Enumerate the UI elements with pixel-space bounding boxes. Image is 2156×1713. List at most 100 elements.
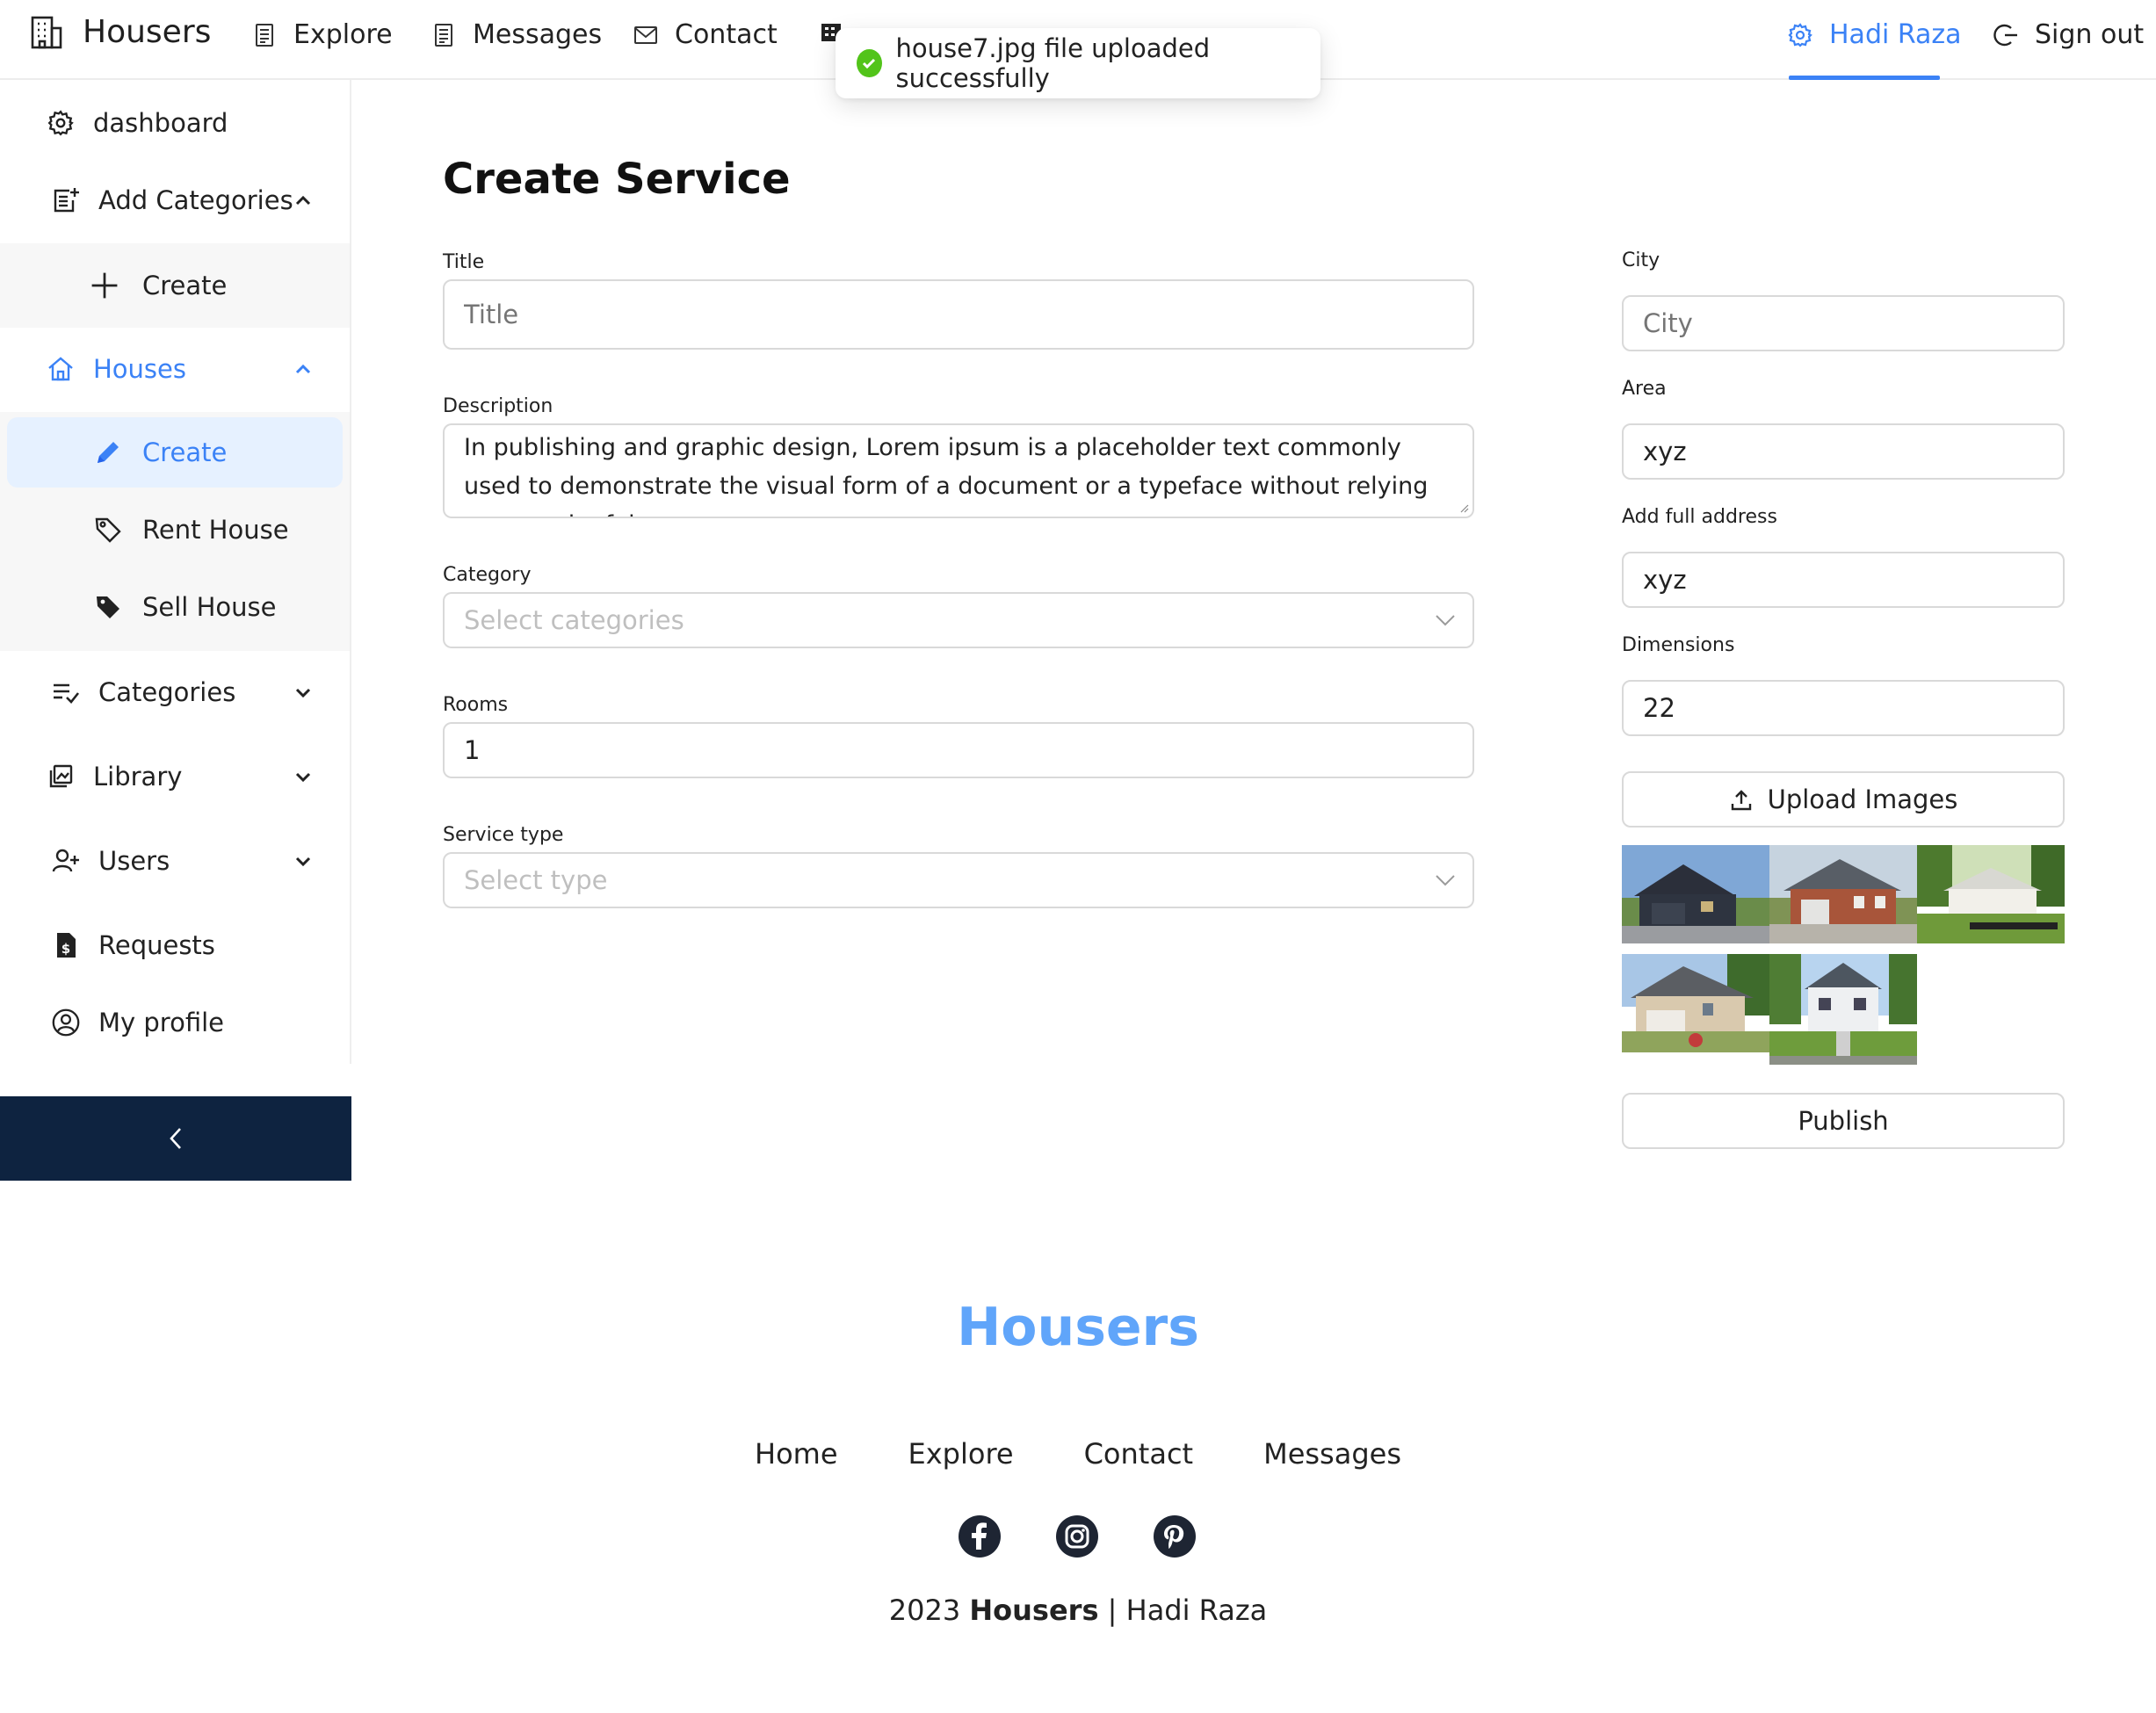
sidebar-item-create-category[interactable]: Create: [0, 248, 350, 323]
uploaded-image-thumbnail[interactable]: [1769, 954, 1917, 1065]
uploaded-image-thumbnail[interactable]: [1917, 845, 2065, 943]
rooms-value: 1: [464, 735, 481, 765]
area-input[interactable]: xyz: [1622, 423, 2065, 480]
nav-explore-label: Explore: [293, 19, 393, 50]
publish-button[interactable]: Publish: [1622, 1093, 2065, 1149]
chevron-up-icon: [295, 195, 311, 206]
brand-name: Housers: [83, 14, 212, 50]
address-input[interactable]: xyz: [1622, 552, 2065, 608]
nav-user-settings[interactable]: Hadi Raza: [1787, 19, 1962, 50]
category-label: Category: [443, 564, 532, 586]
service-type-label: Service type: [443, 824, 564, 846]
sidebar-item-label: Users: [98, 846, 170, 876]
footer-links: Home Explore Contact Messages: [0, 1437, 2156, 1471]
nav-explore[interactable]: Explore: [251, 19, 393, 50]
footer-link-contact[interactable]: Contact: [1084, 1437, 1194, 1471]
dimensions-label: Dimensions: [1622, 634, 1735, 656]
sidebar-item-label: Create: [142, 437, 228, 467]
toast-message: house7.jpg file uploaded successfully: [895, 33, 1211, 93]
title-input[interactable]: [443, 279, 1474, 350]
pinterest-icon[interactable]: [1153, 1514, 1197, 1558]
address-label: Add full address: [1622, 506, 1777, 528]
footer-link-explore[interactable]: Explore: [908, 1437, 1014, 1471]
nav-contact[interactable]: Contact: [633, 19, 778, 50]
sign-out-button[interactable]: Sign out: [1993, 19, 2144, 50]
description-text: In publishing and graphic design, Lorem …: [464, 434, 1429, 517]
service-type-select[interactable]: Select type: [443, 852, 1474, 908]
copyright: 2023 Housers | Hadi Raza: [0, 1594, 2156, 1627]
sidebar-item-label: Houses: [93, 354, 186, 384]
area-label: Area: [1622, 378, 1667, 400]
document-icon: [435, 23, 452, 47]
brand-logo[interactable]: Housers: [30, 14, 211, 50]
library-icon: [46, 762, 76, 791]
plus-icon: [90, 271, 119, 300]
nav-messages-label: Messages: [473, 19, 603, 50]
user-add-icon: [51, 846, 81, 876]
upload-icon: [1731, 790, 1751, 811]
upload-success-toast: house7.jpg file uploaded successfully: [836, 28, 1320, 98]
city-input[interactable]: [1622, 295, 2065, 351]
sidebar-item-label: Add Categories: [98, 185, 293, 215]
check-circle-icon: [857, 49, 882, 77]
chevron-down-icon: [1436, 875, 1455, 886]
category-select[interactable]: Select categories: [443, 592, 1474, 648]
address-value: xyz: [1643, 565, 1687, 595]
uploaded-image-thumbnail[interactable]: [1622, 954, 1769, 1052]
sidebar-item-label: Requests: [98, 930, 215, 960]
nav-contact-label: Contact: [675, 19, 778, 50]
sidebar-item-my-profile[interactable]: My profile: [0, 985, 350, 1060]
footer-link-home[interactable]: Home: [755, 1437, 838, 1471]
sidebar-item-rent-house[interactable]: Rent House: [0, 492, 350, 567]
sidebar-item-users[interactable]: Users: [0, 823, 350, 899]
facebook-icon[interactable]: [958, 1514, 1002, 1558]
copyright-name: Hadi Raza: [1125, 1594, 1268, 1627]
description-textarea[interactable]: In publishing and graphic design, Lorem …: [443, 423, 1474, 518]
instagram-icon[interactable]: [1055, 1514, 1099, 1558]
tag-outline-icon: [93, 515, 123, 545]
uploaded-image-thumbnail[interactable]: [1622, 845, 1769, 943]
home-icon: [46, 354, 76, 384]
dimensions-input[interactable]: 22: [1622, 680, 2065, 736]
upload-images-button[interactable]: Upload Images: [1622, 771, 2065, 828]
sidebar-item-label: Categories: [98, 677, 236, 707]
svg-text:$: $: [61, 941, 70, 957]
chevron-left-icon: [170, 1128, 181, 1149]
user-circle-icon: [51, 1008, 81, 1037]
sidebar-item-add-categories[interactable]: Add Categories: [0, 163, 350, 238]
gear-icon: [46, 108, 76, 138]
sidebar-item-create-house[interactable]: Create: [0, 415, 350, 490]
resize-handle-icon[interactable]: [1458, 502, 1469, 513]
description-label: Description: [443, 395, 553, 417]
houses-submenu: Create Rent House Sell House: [0, 412, 350, 651]
tag-filled-icon: [93, 592, 123, 622]
pencil-icon: [93, 437, 123, 467]
copyright-brand: Housers: [969, 1594, 1099, 1627]
nav-messages[interactable]: Messages: [430, 19, 602, 50]
chevron-down-icon: [295, 688, 311, 698]
chevron-down-icon: [1436, 615, 1455, 626]
sidebar-collapse-button[interactable]: [0, 1096, 351, 1181]
sidebar-item-library[interactable]: Library: [0, 739, 350, 814]
sidebar-item-requests[interactable]: $ Requests: [0, 907, 350, 983]
add-list-icon: [51, 185, 81, 215]
sidebar-item-categories[interactable]: Categories: [0, 654, 350, 730]
sidebar-item-sell-house[interactable]: Sell House: [0, 569, 350, 645]
sidebar-item-houses[interactable]: Houses: [0, 331, 350, 407]
uploaded-image-thumbnail[interactable]: [1769, 845, 1917, 943]
page-title: Create Service: [443, 155, 791, 204]
publish-label: Publish: [1798, 1106, 1889, 1136]
sidebar-item-label: Rent House: [142, 515, 289, 545]
sidebar: dashboard Add Categories Create Houses C…: [0, 80, 351, 1064]
copyright-year: 2023: [888, 1594, 961, 1627]
footer-link-messages[interactable]: Messages: [1263, 1437, 1401, 1471]
user-name: Hadi Raza: [1829, 19, 1962, 50]
active-tab-underline: [1789, 76, 1940, 80]
sidebar-item-label: dashboard: [93, 108, 228, 138]
rooms-input[interactable]: 1: [443, 722, 1474, 778]
service-type-placeholder: Select type: [464, 865, 608, 895]
dimensions-value: 22: [1643, 693, 1675, 723]
city-label: City: [1622, 249, 1660, 271]
sidebar-item-dashboard[interactable]: dashboard: [0, 85, 350, 161]
sidebar-item-label: Sell House: [142, 592, 277, 622]
